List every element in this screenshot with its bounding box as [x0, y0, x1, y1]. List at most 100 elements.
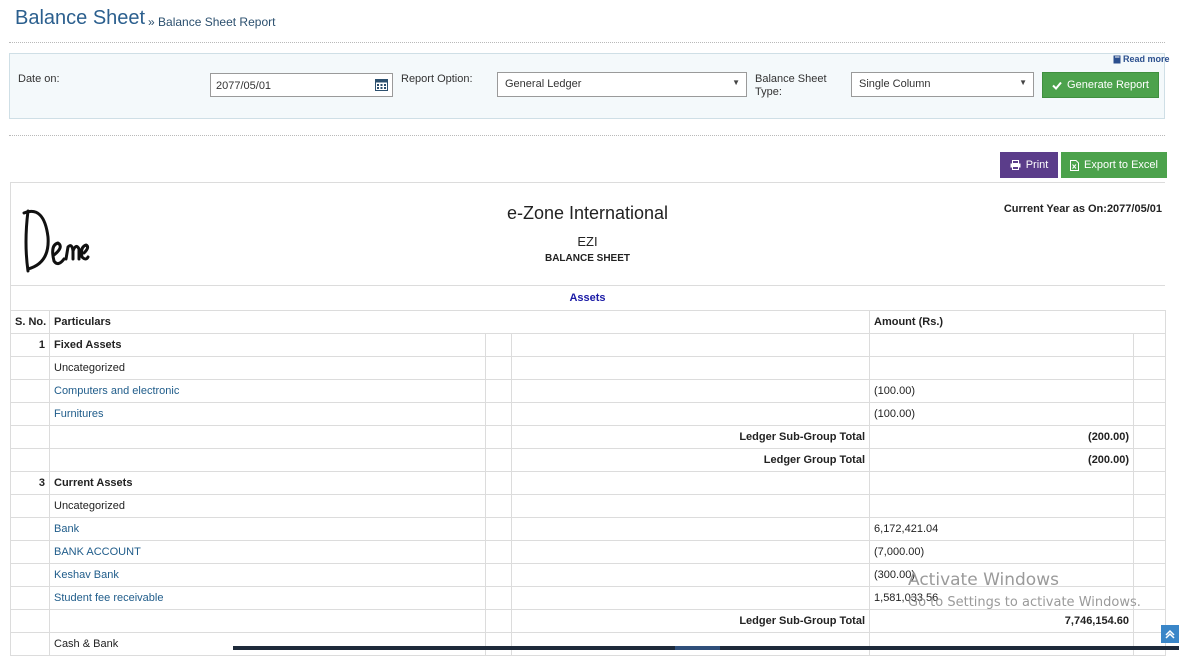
activation-watermark-subtitle: Go to Settings to activate Windows. — [908, 595, 1141, 610]
report-option-value: General Ledger — [505, 78, 582, 90]
row-serial-number — [10, 540, 50, 564]
row-spacer — [1133, 494, 1167, 518]
generate-report-label: Generate Report — [1067, 79, 1149, 91]
table-header-row: S. No. Particulars Amount (Rs.) — [10, 310, 1167, 334]
row-spacer — [485, 448, 512, 472]
row-particulars: Uncategorized — [49, 356, 486, 380]
divider — [9, 42, 1165, 43]
breadcrumb: » Balance Sheet Report — [148, 15, 275, 29]
row-spacer — [485, 609, 512, 633]
balance-sheet-type-select[interactable]: Single Column ▼ — [851, 72, 1034, 97]
row-particulars: Current Assets — [49, 471, 486, 495]
row-total-label — [510, 540, 871, 564]
row-spacer — [485, 356, 512, 380]
row-spacer — [485, 379, 512, 403]
print-icon — [1010, 160, 1021, 170]
report-option-label: Report Option: — [401, 73, 473, 85]
row-spacer — [1133, 379, 1167, 403]
row-serial-number — [10, 379, 50, 403]
calendar-icon[interactable] — [375, 78, 388, 91]
row-serial-number — [10, 563, 50, 587]
company-name: e-Zone International — [506, 203, 669, 223]
row-total-label — [510, 471, 871, 495]
company-short-name: EZI — [577, 234, 598, 249]
row-particulars: Uncategorized — [49, 494, 486, 518]
row-serial-number: 3 — [10, 471, 50, 495]
type-label-line1: Balance Sheet — [755, 73, 827, 85]
row-spacer — [1133, 402, 1167, 426]
report-option-select[interactable]: General Ledger ▼ — [497, 72, 747, 97]
row-spacer — [1133, 517, 1167, 541]
row-particulars — [49, 609, 486, 633]
chevron-down-icon: ▼ — [1019, 78, 1027, 87]
row-amount: (200.00) — [869, 425, 1135, 449]
row-amount — [869, 494, 1135, 518]
print-label: Print — [1025, 159, 1049, 171]
row-particulars[interactable]: Bank — [49, 517, 486, 541]
row-spacer — [485, 563, 512, 587]
row-spacer — [485, 632, 512, 656]
row-total-label — [510, 517, 871, 541]
balance-sheet-type-value: Single Column — [859, 78, 931, 90]
row-amount: (100.00) — [869, 402, 1135, 426]
row-total-label — [510, 632, 871, 656]
breadcrumb-separator: » — [148, 15, 155, 29]
row-spacer — [485, 471, 512, 495]
column-header-sn: S. No. — [10, 310, 50, 334]
table-row: Furnitures (100.00) — [10, 402, 1167, 426]
document-title: BALANCE SHEET — [544, 253, 630, 264]
table-row: BANK ACCOUNT (7,000.00) — [10, 540, 1167, 564]
table-row: 3 Current Assets — [10, 471, 1167, 495]
row-amount — [869, 356, 1135, 380]
row-particulars[interactable]: Keshav Bank — [49, 563, 486, 587]
book-icon — [1113, 55, 1121, 63]
column-header-amount: Amount (Rs.) — [869, 310, 1167, 334]
taskbar-active-item[interactable] — [675, 646, 720, 650]
balance-sheet-type-label: Balance Sheet Type: — [755, 73, 827, 99]
table-row: 1 Fixed Assets — [10, 333, 1167, 357]
row-total-label — [510, 356, 871, 380]
current-year: Current Year as On:2077/05/01 — [1003, 203, 1162, 215]
row-serial-number — [10, 494, 50, 518]
section-title: Assets — [10, 285, 1165, 310]
date-label: Date on: — [18, 73, 60, 85]
table-row: Bank 6,172,421.04 — [10, 517, 1167, 541]
row-total-label — [510, 402, 871, 426]
scroll-top-button[interactable] — [1161, 625, 1179, 643]
row-total-label: Ledger Sub-Group Total — [510, 609, 871, 633]
table-row: Uncategorized — [10, 356, 1167, 380]
row-spacer — [485, 402, 512, 426]
row-particulars[interactable]: Furnitures — [49, 402, 486, 426]
table-row: Ledger Group Total (200.00) — [10, 448, 1167, 472]
row-particulars[interactable]: BANK ACCOUNT — [49, 540, 486, 564]
row-particulars[interactable]: Student fee receivable — [49, 586, 486, 610]
chevron-down-icon: ▼ — [732, 78, 740, 87]
row-total-label — [510, 333, 871, 357]
row-particulars: Fixed Assets — [49, 333, 486, 357]
row-spacer — [485, 333, 512, 357]
print-button[interactable]: Print — [1000, 152, 1058, 178]
row-amount: 7,746,154.60 — [869, 609, 1135, 633]
row-serial-number — [10, 517, 50, 541]
row-spacer — [485, 425, 512, 449]
row-serial-number — [10, 448, 50, 472]
table-row: Cash & Bank — [10, 632, 1167, 656]
date-input[interactable]: 2077/05/01 — [210, 73, 393, 97]
check-icon — [1052, 81, 1062, 90]
row-serial-number — [10, 356, 50, 380]
row-spacer — [1133, 563, 1167, 587]
row-particulars[interactable]: Computers and electronic — [49, 379, 486, 403]
activation-watermark-title: Activate Windows — [908, 570, 1059, 590]
generate-report-button[interactable]: Generate Report — [1042, 72, 1159, 98]
row-amount: (200.00) — [869, 448, 1135, 472]
row-particulars — [49, 448, 486, 472]
excel-icon — [1070, 159, 1079, 171]
row-spacer — [1133, 425, 1167, 449]
row-particulars: Cash & Bank — [49, 632, 486, 656]
row-total-label: Ledger Group Total — [510, 448, 871, 472]
export-excel-button[interactable]: Export to Excel — [1061, 152, 1167, 178]
row-spacer — [1133, 356, 1167, 380]
row-spacer — [1133, 471, 1167, 495]
breadcrumb-item[interactable]: Balance Sheet Report — [158, 15, 275, 29]
read-more-link[interactable]: Read more — [1113, 54, 1170, 64]
